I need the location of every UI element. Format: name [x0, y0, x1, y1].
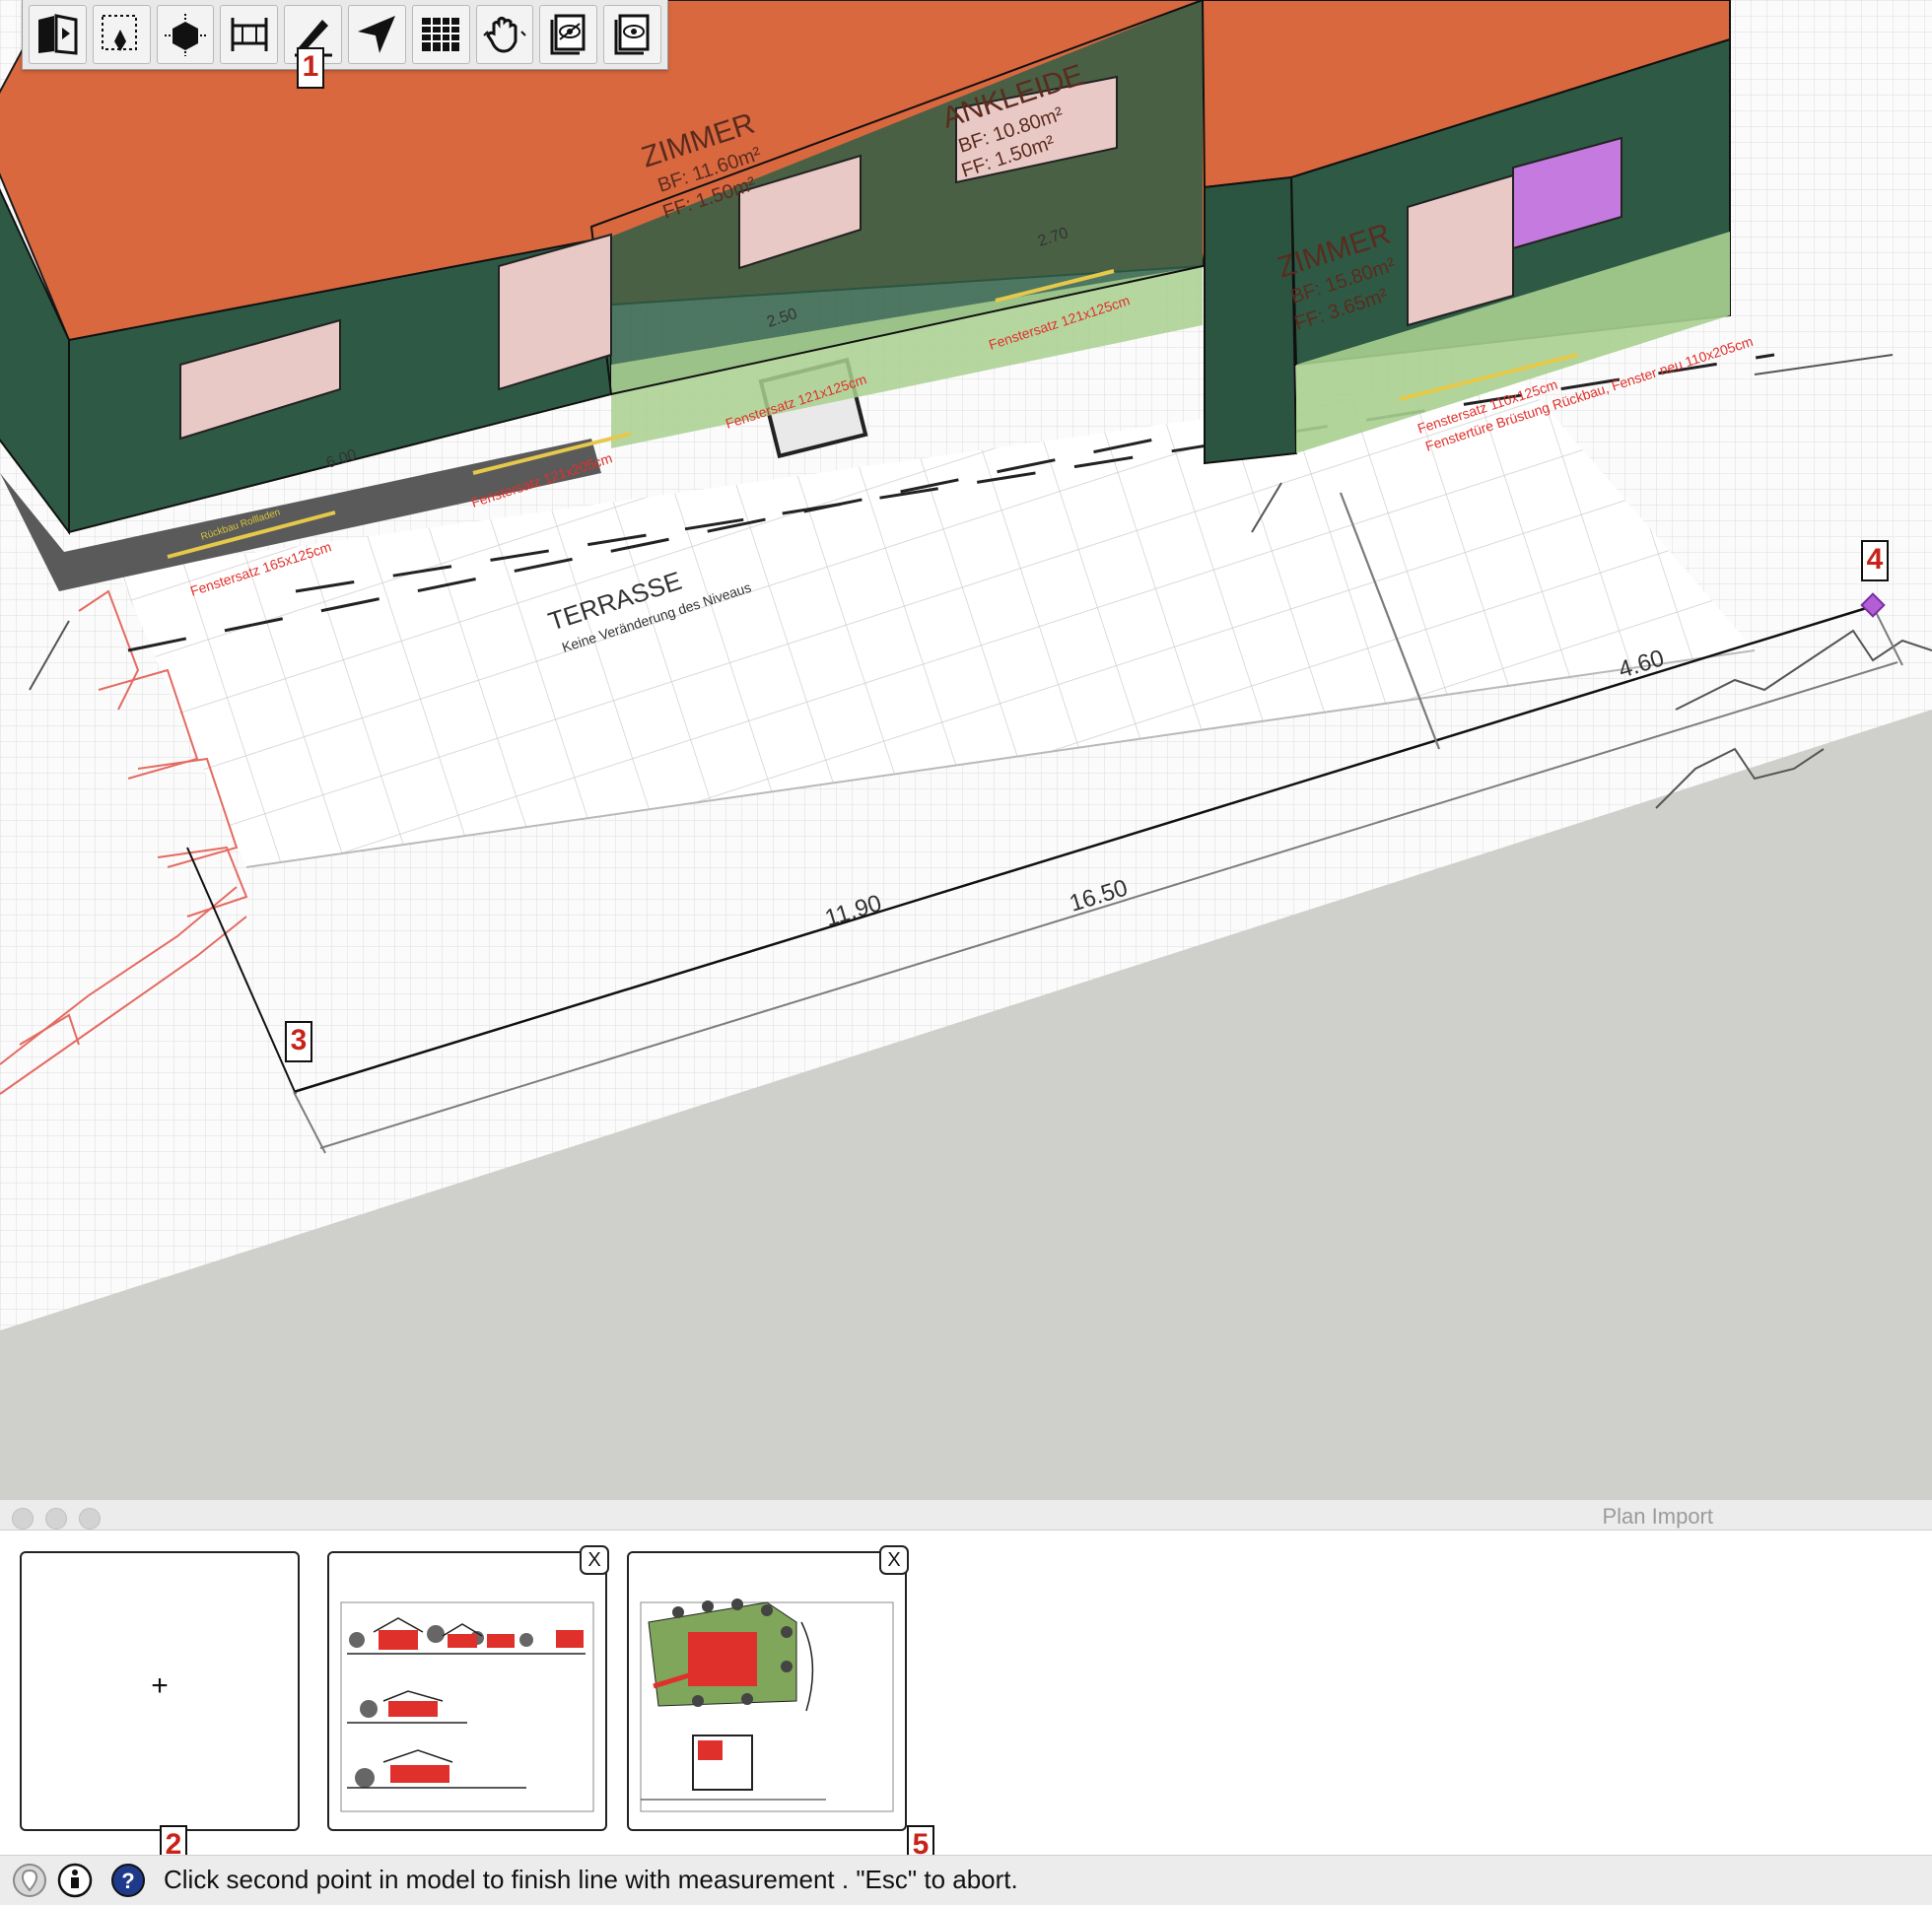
close-window-button[interactable] — [12, 1508, 34, 1530]
status-message: Click second point in model to finish li… — [164, 1865, 1018, 1894]
plus-icon: + — [151, 1669, 169, 1702]
navigate-arrow-icon[interactable] — [347, 5, 406, 64]
remove-plan-button[interactable]: X — [580, 1545, 609, 1575]
remove-plan-button[interactable]: X — [879, 1545, 909, 1575]
svg-text:?: ? — [121, 1869, 134, 1893]
minimize-window-button[interactable] — [45, 1508, 67, 1530]
cube-move-icon[interactable] — [156, 5, 215, 64]
marker-3: 3 — [285, 1021, 312, 1062]
elevations-thumbnail-image — [340, 1601, 594, 1812]
model-viewport[interactable]: ZIMMER BF: 11.60m² FF: 1.50m² ANKLEIDE B… — [0, 0, 1932, 1500]
plan-thumbnail-elevations[interactable]: X — [327, 1545, 609, 1831]
plan-import-titlebar: Plan Import — [0, 1500, 1932, 1531]
dimension-icon[interactable] — [220, 5, 279, 64]
wall-right-side — [1204, 175, 1298, 465]
plan-thumbnail-siteplan[interactable]: X — [627, 1545, 909, 1831]
selection-pen-icon[interactable] — [92, 5, 151, 64]
instructor-info-icon[interactable] — [57, 1863, 93, 1898]
geo-location-icon[interactable] — [12, 1863, 47, 1898]
panel-title: Plan Import — [1602, 1504, 1714, 1529]
marker-1: 1 — [297, 47, 324, 89]
plan-import-panel: Plan Import + X X 2 5 — [0, 1500, 1932, 1867]
3d-model-scene[interactable]: ZIMMER BF: 11.60m² FF: 1.50m² ANKLEIDE B… — [0, 0, 1932, 1500]
table-grid-icon[interactable] — [411, 5, 470, 64]
book-play-icon[interactable] — [29, 5, 87, 64]
hand-pan-icon[interactable] — [475, 5, 534, 64]
add-plan-button[interactable]: + — [20, 1551, 300, 1831]
marker-4: 4 — [1861, 540, 1889, 581]
layers-eye-alt-icon[interactable] — [603, 5, 661, 64]
main-toolbar — [22, 0, 668, 70]
layers-eye-icon[interactable] — [539, 5, 598, 64]
help-icon[interactable]: ? — [110, 1863, 146, 1898]
siteplan-thumbnail-image — [640, 1599, 894, 1812]
zoom-window-button[interactable] — [79, 1508, 101, 1530]
status-bar: ? Click second point in model to finish … — [0, 1855, 1932, 1905]
